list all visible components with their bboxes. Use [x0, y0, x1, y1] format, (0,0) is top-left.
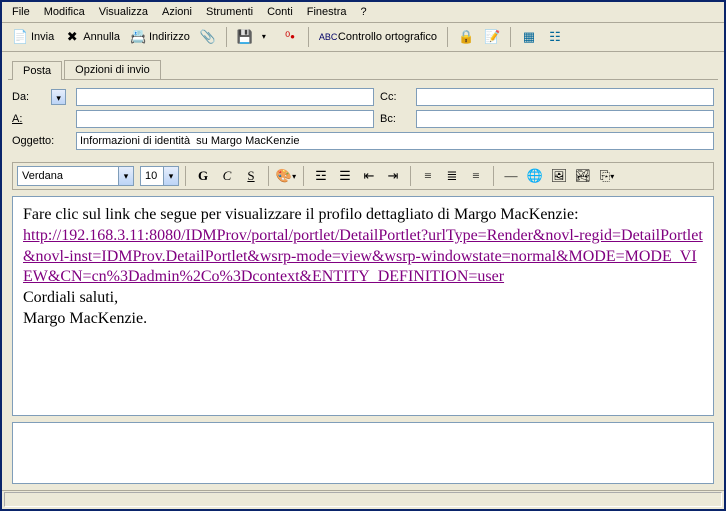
- image-icon: 🖼: [551, 168, 568, 184]
- color-button[interactable]: 🎨▾: [275, 166, 297, 186]
- outdent-icon: ⇤: [364, 168, 375, 184]
- tab-posta[interactable]: Posta: [12, 61, 62, 80]
- underline-button[interactable]: S: [240, 166, 262, 186]
- sign-button[interactable]: 📝: [480, 26, 504, 48]
- view1-button[interactable]: ▦: [517, 26, 541, 48]
- font-combo[interactable]: ▾: [17, 166, 134, 186]
- paperclip-icon: 📎: [200, 29, 216, 45]
- image-button[interactable]: 🖼: [548, 166, 570, 186]
- format-toolbar: ▾ ▾ G C S 🎨▾ ☲ ☰ ⇤ ⇥ ≡ ≣ ≡ — 🌐 🖼 🏞 ⎘▾: [12, 162, 714, 190]
- cc-field[interactable]: [416, 88, 714, 106]
- align-left-icon: ≡: [424, 168, 431, 184]
- body-intro: Fare clic sul link che segue per visuali…: [23, 205, 703, 226]
- priority-button[interactable]: ⁰•: [278, 26, 302, 48]
- spellcheck-button[interactable]: ABCControllo ortografico: [315, 26, 441, 48]
- subject-field[interactable]: [76, 132, 714, 150]
- body-link[interactable]: http://192.168.3.11:8080/IDMProv/portal/…: [23, 227, 703, 286]
- menu-bar: File Modifica Visualizza Azioni Strument…: [2, 2, 724, 23]
- menu-file[interactable]: File: [6, 4, 36, 20]
- bgimage-icon: 🏞: [575, 168, 592, 184]
- lock-icon: 🔒: [458, 29, 474, 45]
- main-toolbar: 📄Invia ✖Annulla 📇Indirizzo 📎 💾▾ ⁰• ABCCo…: [2, 23, 724, 52]
- menu-azioni[interactable]: Azioni: [156, 4, 198, 20]
- align-center-button[interactable]: ≣: [441, 166, 463, 186]
- indent-icon: ⇥: [388, 168, 399, 184]
- address-button[interactable]: 📇Indirizzo: [126, 26, 194, 48]
- menu-conti[interactable]: Conti: [261, 4, 299, 20]
- addressbook-icon: 📇: [130, 29, 146, 45]
- size-dropdown-icon[interactable]: ▾: [163, 167, 178, 185]
- abc-icon: ABC: [319, 29, 335, 45]
- menu-help[interactable]: ?: [355, 4, 373, 20]
- bc-field[interactable]: [416, 110, 714, 128]
- status-segment: [4, 492, 722, 507]
- to-label: A:: [12, 113, 70, 125]
- menu-modifica[interactable]: Modifica: [38, 4, 91, 20]
- body-sig2: Margo MacKenzie.: [23, 309, 703, 330]
- palette-icon: 🎨: [276, 168, 292, 184]
- from-field[interactable]: [76, 88, 374, 106]
- subject-label: Oggetto:: [12, 135, 70, 147]
- address-panel: Da: ▾ Cc: A: Bc: Oggetto:: [2, 80, 724, 158]
- font-input[interactable]: [18, 167, 118, 185]
- disk-icon: 💾: [237, 29, 253, 45]
- attach-button[interactable]: 📎: [196, 26, 220, 48]
- priority-icon: ⁰•: [282, 29, 298, 45]
- bulletlist-button[interactable]: ☰: [334, 166, 356, 186]
- tab-bar: Posta Opzioni di invio: [2, 52, 724, 79]
- link-button[interactable]: 🌐: [524, 166, 546, 186]
- numlist-icon: ☲: [315, 168, 327, 184]
- bulletlist-icon: ☰: [339, 168, 351, 184]
- italic-button[interactable]: C: [216, 166, 238, 186]
- send-button[interactable]: 📄Invia: [8, 26, 58, 48]
- message-body[interactable]: Fare clic sul link che segue per visuali…: [12, 196, 714, 416]
- indent-button[interactable]: ⇥: [382, 166, 404, 186]
- font-dropdown-icon[interactable]: ▾: [118, 167, 133, 185]
- globe-icon: 🌐: [527, 168, 543, 184]
- align-right-button[interactable]: ≡: [465, 166, 487, 186]
- bgimage-button[interactable]: 🏞: [572, 166, 594, 186]
- cancel-icon: ✖: [64, 29, 80, 45]
- menu-strumenti[interactable]: Strumenti: [200, 4, 259, 20]
- sign-icon: 📝: [484, 29, 500, 45]
- menu-visualizza[interactable]: Visualizza: [93, 4, 154, 20]
- numlist-button[interactable]: ☲: [310, 166, 332, 186]
- menu-finestra[interactable]: Finestra: [301, 4, 353, 20]
- from-label-combo[interactable]: Da: ▾: [12, 89, 70, 105]
- attachment-area[interactable]: [12, 422, 714, 484]
- panel-icon: ▦: [521, 29, 537, 45]
- lock-button[interactable]: 🔒: [454, 26, 478, 48]
- tab-opzioni[interactable]: Opzioni di invio: [64, 60, 161, 79]
- to-field[interactable]: [76, 110, 374, 128]
- hr-button[interactable]: —: [500, 166, 522, 186]
- hr-icon: —: [505, 168, 518, 184]
- size-combo[interactable]: ▾: [140, 166, 179, 186]
- body-sig1: Cordiali saluti,: [23, 288, 703, 309]
- from-dropdown-icon[interactable]: ▾: [51, 89, 66, 105]
- outdent-button[interactable]: ⇤: [358, 166, 380, 186]
- bc-label: Bc:: [380, 113, 410, 125]
- cancel-button[interactable]: ✖Annulla: [60, 26, 124, 48]
- object-button[interactable]: ⎘▾: [596, 166, 618, 186]
- from-label: Da:: [12, 91, 29, 103]
- align-center-icon: ≣: [447, 168, 458, 184]
- align-left-button[interactable]: ≡: [417, 166, 439, 186]
- save-button[interactable]: 💾▾: [233, 26, 276, 48]
- cc-label: Cc:: [380, 91, 410, 103]
- status-bar: [2, 490, 724, 508]
- dropdown-icon: ▾: [256, 29, 272, 45]
- panel2-icon: ☷: [547, 29, 563, 45]
- bold-button[interactable]: G: [192, 166, 214, 186]
- size-input[interactable]: [141, 167, 163, 185]
- view2-button[interactable]: ☷: [543, 26, 567, 48]
- align-right-icon: ≡: [472, 168, 479, 184]
- object-icon: ⎘: [600, 168, 610, 184]
- send-icon: 📄: [12, 29, 28, 45]
